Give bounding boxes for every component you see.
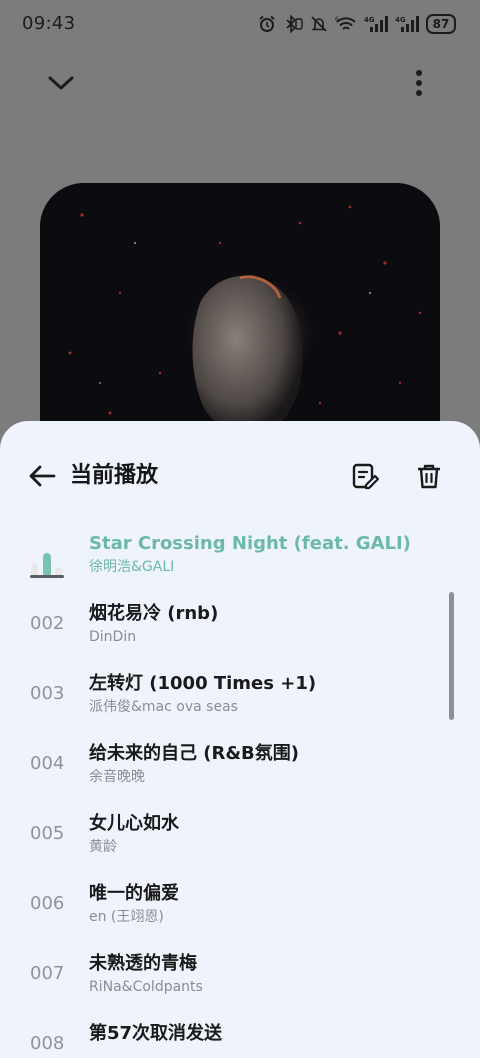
song-title: Star Crossing Night (feat. GALI) xyxy=(89,533,411,554)
svg-text:6: 6 xyxy=(335,16,339,23)
song-title: 给未来的自己 (R&B氛围) xyxy=(89,743,299,764)
queue-scrollbar[interactable] xyxy=(449,592,454,720)
track-number: 002 xyxy=(30,613,65,634)
play-queue-sheet: 当前播放 Star Crossing Night (feat. GALI) 徐明… xyxy=(0,421,480,1058)
signal-4g-icon: 4G xyxy=(395,16,419,32)
song-title: 第57次取消发送 xyxy=(89,1023,223,1044)
queue-item[interactable]: 005 女儿心如水 黄龄 xyxy=(0,801,440,871)
back-button[interactable] xyxy=(26,461,58,491)
svg-text:4G: 4G xyxy=(395,16,406,24)
battery-icon: 87 xyxy=(426,14,456,34)
queue-item[interactable]: 006 唯一的偏爱 en (王翊恩) xyxy=(0,871,440,941)
signal-4g-icon: 4G xyxy=(364,16,388,32)
queue-item-now-playing[interactable]: Star Crossing Night (feat. GALI) 徐明浩&GAL… xyxy=(0,521,440,591)
track-number: 004 xyxy=(30,753,65,774)
song-artist: 徐明浩&GALI xyxy=(89,559,175,575)
clear-queue-button[interactable] xyxy=(414,461,444,491)
song-title: 左转灯 (1000 Times +1) xyxy=(89,673,317,694)
status-time: 09:43 xyxy=(22,13,76,34)
edit-list-icon xyxy=(352,463,380,490)
song-artist: 余音晚晚 xyxy=(89,769,145,785)
song-title: 未熟透的青梅 xyxy=(89,953,197,974)
queue-list: Star Crossing Night (feat. GALI) 徐明浩&GAL… xyxy=(0,503,480,1058)
song-artist: en (王翊恩) xyxy=(89,909,164,925)
arrow-back-icon xyxy=(29,465,56,487)
more-options-button[interactable] xyxy=(408,66,430,100)
wifi-icon: 6 xyxy=(335,16,356,30)
track-number: 003 xyxy=(30,683,65,704)
song-title: 烟花易冷 (rnb) xyxy=(89,603,219,624)
track-number: 005 xyxy=(30,823,65,844)
playing-equalizer-icon xyxy=(30,553,64,578)
queue-item[interactable]: 008 第57次取消发送 xyxy=(0,1011,440,1058)
edit-queue-button[interactable] xyxy=(350,461,380,491)
chevron-down-icon xyxy=(48,76,74,90)
song-artist: 黄龄 xyxy=(89,839,117,855)
track-number: 007 xyxy=(30,963,65,984)
more-vertical-icon xyxy=(416,70,422,96)
song-artist: RiNa&Coldpants xyxy=(89,979,203,995)
queue-item[interactable]: 004 给未来的自己 (R&B氛围) 余音晚晚 xyxy=(0,731,440,801)
status-icons: 6 4G 4G 87 xyxy=(258,13,456,35)
bluetooth-icon xyxy=(286,15,303,33)
queue-item[interactable]: 002 烟花易冷 (rnb) DinDin xyxy=(0,591,440,661)
alarm-icon xyxy=(259,15,275,32)
queue-item[interactable]: 003 左转灯 (1000 Times +1) 派伟俊&mac ova seas xyxy=(0,661,440,731)
song-artist: 派伟俊&mac ova seas xyxy=(89,699,238,715)
track-number: 006 xyxy=(30,893,65,914)
sheet-title: 当前播放 xyxy=(70,463,159,488)
song-artist: DinDin xyxy=(89,629,137,645)
svg-text:4G: 4G xyxy=(364,16,375,24)
track-number: 008 xyxy=(30,1033,65,1054)
song-title: 女儿心如水 xyxy=(89,813,179,834)
collapse-button[interactable] xyxy=(44,68,78,98)
sheet-header: 当前播放 xyxy=(0,421,480,513)
silent-icon xyxy=(311,16,327,32)
status-bar: 09:43 6 4G 4G 87 xyxy=(0,0,480,50)
trash-icon xyxy=(418,464,440,489)
queue-item[interactable]: 007 未熟透的青梅 RiNa&Coldpants xyxy=(0,941,440,1011)
song-title: 唯一的偏爱 xyxy=(89,883,179,904)
